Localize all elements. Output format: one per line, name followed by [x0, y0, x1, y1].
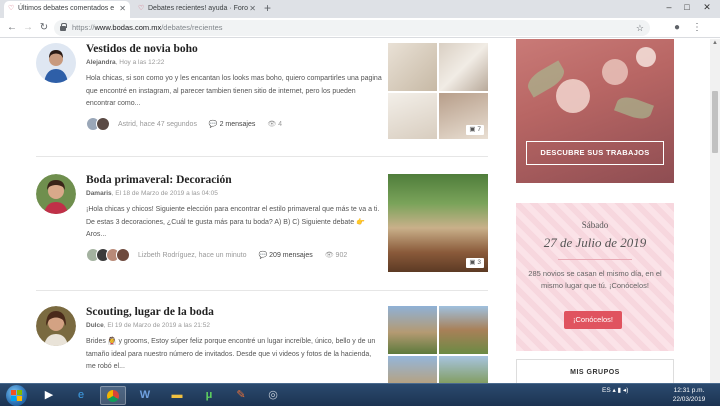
scroll-up-icon[interactable]: ▲	[712, 40, 718, 46]
divider	[36, 156, 488, 157]
photo[interactable]	[388, 93, 437, 139]
post-meta: Dulce, El 19 de Marzo de 2019 a las 21:5…	[86, 322, 210, 329]
internet-explorer-icon[interactable]: e	[68, 386, 94, 405]
photo[interactable]	[439, 43, 488, 91]
heart-icon: ♡	[138, 5, 145, 12]
word-icon[interactable]: W	[132, 386, 158, 405]
lock-icon	[60, 23, 67, 31]
tab-inactive[interactable]: ♡ Debates recientes! ayuda · Foro ✕	[134, 1, 260, 18]
avatar[interactable]	[36, 43, 76, 83]
photo[interactable]	[388, 306, 437, 354]
language-indicator[interactable]: ES	[602, 387, 611, 394]
paint-icon[interactable]: ✎	[228, 386, 254, 405]
menu-icon[interactable]: ⋮	[690, 21, 704, 35]
media-player-icon[interactable]: ▶	[36, 386, 62, 405]
page-content: Vestidos de novia boho Alejandra, Hoy a …	[0, 39, 710, 383]
photo[interactable]	[439, 306, 488, 354]
photo[interactable]	[388, 43, 437, 91]
meet-them-button[interactable]: ¡Conócelos!	[564, 311, 622, 329]
groups-title: MIS GRUPOS	[570, 369, 620, 376]
post-footer: Astrid, hace 47 segundos 💬 2 mensajes 👁 …	[86, 117, 282, 133]
wedding-day: Sábado	[581, 220, 609, 230]
clock-date: 22/03/2019	[672, 396, 706, 403]
chrome-icon[interactable]	[100, 386, 126, 405]
photo-count-badge: ▣ 7	[466, 125, 484, 135]
heart-icon: ♡	[8, 5, 15, 12]
url-text: https://www.bodas.com.mx/debates/recient…	[72, 23, 223, 32]
minimize-icon[interactable]: –	[662, 0, 676, 14]
photo-gallery[interactable]: ▣ 3	[388, 174, 488, 272]
divider	[36, 290, 488, 291]
clock[interactable]: 12:31 p.m. 22/03/2019	[666, 386, 712, 404]
post-title[interactable]: Vestidos de novia boho	[86, 43, 198, 55]
post-meta: Alejandra, Hoy a las 12:22	[86, 59, 165, 66]
photo[interactable]: ▣ 3	[388, 174, 488, 272]
utorrent-icon[interactable]: μ	[196, 386, 222, 405]
maximize-icon[interactable]: □	[680, 0, 694, 14]
close-window-icon[interactable]: ✕	[700, 0, 714, 14]
post-excerpt: Brides 👰 y grooms, Estoy súper feliz por…	[86, 338, 376, 370]
eye-icon: 👁	[267, 121, 277, 128]
post-excerpt: ¡Hola chicas y chicos! Siguiente elecció…	[86, 206, 380, 238]
photo[interactable]: ▣ 7	[439, 93, 488, 139]
user-avatar	[116, 248, 130, 263]
post-footer: Lizbeth Rodríguez, hace un minuto 💬 209 …	[86, 248, 347, 264]
close-icon[interactable]: ✕	[249, 1, 256, 16]
folder-icon[interactable]: ▬	[164, 386, 190, 405]
post-excerpt: Hola chicas, si son como yo y les encant…	[86, 75, 382, 107]
message-count[interactable]: 209 mensajes	[269, 252, 313, 259]
clock-time: 12:31 p.m.	[673, 387, 705, 394]
back-icon[interactable]: ←	[6, 21, 18, 35]
reload-icon[interactable]: ↻	[38, 21, 50, 35]
network-icon[interactable]: ◎	[260, 386, 286, 405]
eye-icon: 👁	[324, 252, 334, 259]
same-day-message: 285 novios se casan el mismo día, en el …	[528, 269, 662, 290]
post-title[interactable]: Boda primaveral: Decoración	[86, 174, 232, 186]
photo[interactable]	[388, 356, 437, 383]
divider	[558, 259, 632, 260]
scrollbar-thumb[interactable]	[712, 91, 718, 153]
bookmark-star-icon[interactable]: ☆	[636, 20, 644, 36]
post-meta: Damaris, El 18 de Marzo de 2019 a las 04…	[86, 190, 218, 197]
my-groups-panel: MIS GRUPOS	[516, 359, 674, 383]
wedding-date-card: Sábado 27 de Julio de 2019 285 novios se…	[516, 203, 674, 351]
photo-count-badge: ▣ 3	[466, 258, 484, 268]
new-tab-button[interactable]: +	[264, 2, 271, 14]
last-reply: Astrid, hace 47 segundos	[117, 121, 197, 128]
scrollbar[interactable]: ▲	[710, 39, 720, 383]
view-count: 4	[278, 121, 283, 128]
debate-post[interactable]: Scouting, lugar de la boda Dulce, El 19 …	[36, 306, 488, 383]
avatar[interactable]	[36, 174, 76, 214]
comment-icon: 💬	[208, 121, 218, 128]
account-icon[interactable]: ●	[670, 21, 684, 35]
debate-post[interactable]: Boda primaveral: Decoración Damaris, El …	[36, 174, 488, 274]
close-icon[interactable]: ✕	[119, 1, 126, 16]
tab-strip: ♡ Últimos debates comentados e ✕ ♡ Debat…	[0, 0, 720, 18]
user-avatar	[96, 117, 110, 132]
tab-active[interactable]: ♡ Últimos debates comentados e ✕	[4, 1, 130, 18]
system-tray[interactable]: ES ▴ ▮ ◂)	[602, 387, 628, 395]
start-button[interactable]	[6, 385, 27, 406]
last-reply: Lizbeth Rodríguez, hace un minuto	[137, 252, 247, 259]
wedding-date: 27 de Julio de 2019	[543, 235, 647, 250]
debate-post[interactable]: Vestidos de novia boho Alejandra, Hoy a …	[36, 43, 488, 143]
avatar[interactable]	[36, 306, 76, 346]
discover-work-button[interactable]: DESCUBRE SUS TRABAJOS	[526, 141, 664, 165]
forward-icon[interactable]: →	[22, 21, 34, 35]
post-title[interactable]: Scouting, lugar de la boda	[86, 306, 214, 318]
address-bar[interactable]: https://www.bodas.com.mx/debates/recient…	[54, 20, 650, 36]
message-count[interactable]: 2 mensajes	[220, 121, 256, 128]
photo[interactable]	[439, 356, 488, 383]
tab-title: Últimos debates comentados e	[18, 5, 115, 12]
comment-icon: 💬	[258, 252, 268, 259]
view-count: 902	[335, 252, 348, 259]
taskbar: ▶ e W ▬ μ ✎ ◎ ES ▴ ▮ ◂) 12:31 p.m. 22/03…	[0, 383, 720, 406]
tab-title: Debates recientes! ayuda · Foro	[148, 5, 248, 12]
browser-toolbar: ← → ↻ https://www.bodas.com.mx/debates/r…	[0, 18, 720, 38]
